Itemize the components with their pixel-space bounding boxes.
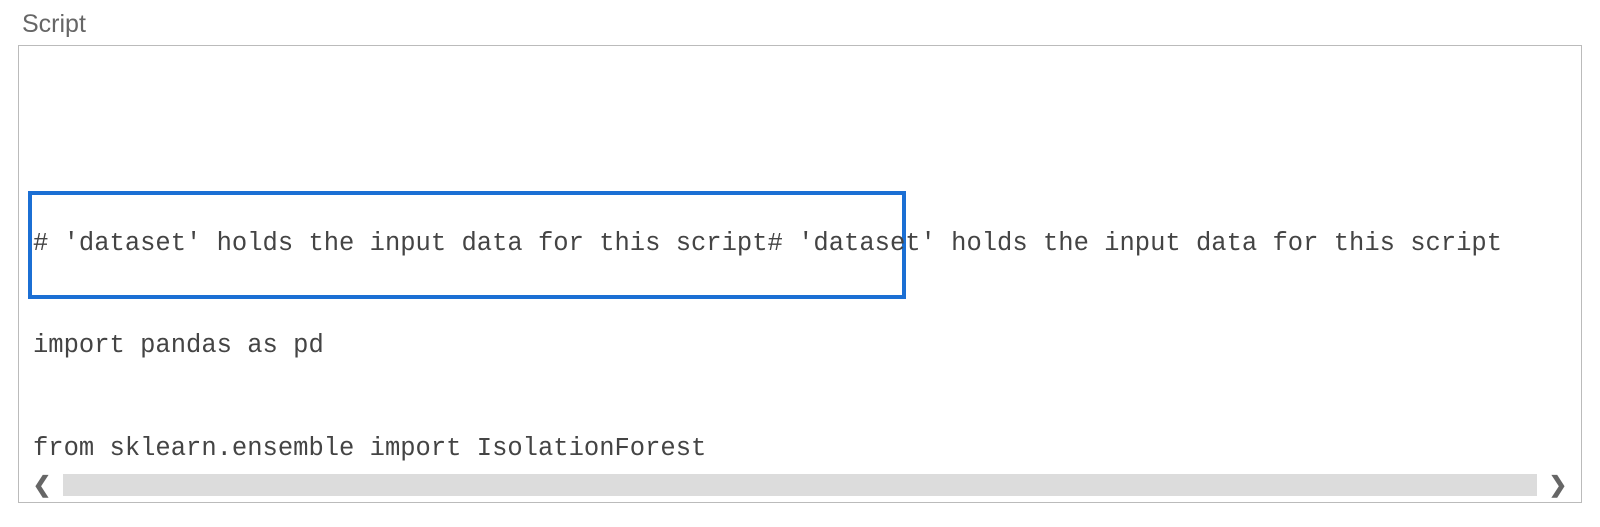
code-line: # 'dataset' holds the input data for thi… bbox=[33, 227, 1567, 261]
code-line: from sklearn.ensemble import IsolationFo… bbox=[33, 432, 1567, 466]
code-area[interactable]: # 'dataset' holds the input data for thi… bbox=[19, 46, 1581, 474]
scroll-track[interactable] bbox=[63, 474, 1537, 496]
scroll-left-icon[interactable]: ❮ bbox=[27, 474, 57, 496]
scroll-right-icon[interactable]: ❯ bbox=[1543, 474, 1573, 496]
script-editor[interactable]: # 'dataset' holds the input data for thi… bbox=[18, 45, 1582, 503]
horizontal-scrollbar[interactable]: ❮ ❯ bbox=[19, 474, 1581, 502]
section-label: Script bbox=[18, 10, 1582, 39]
code-line: import pandas as pd bbox=[33, 329, 1567, 363]
